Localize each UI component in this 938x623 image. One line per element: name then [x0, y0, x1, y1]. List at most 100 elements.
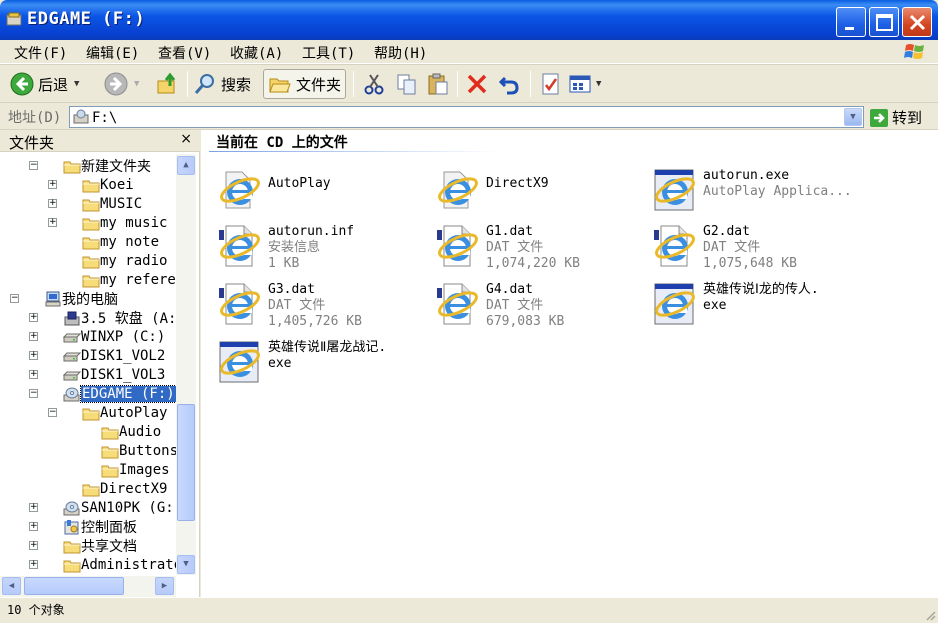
tree-collapse-icon[interactable]: −: [48, 408, 57, 417]
tree-expand-icon[interactable]: +: [29, 370, 38, 379]
tree-collapse-icon[interactable]: −: [29, 161, 38, 170]
move-to-button[interactable]: [362, 69, 386, 99]
tree-item[interactable]: + Administrator: [29, 555, 176, 574]
file-type: AutoPlay Applica...: [703, 184, 852, 199]
ie-document-icon: [219, 283, 260, 325]
scroll-down-button[interactable]: ▼: [177, 555, 195, 574]
tree-item[interactable]: my reference: [82, 270, 176, 289]
tree-item[interactable]: + SAN10PK (G:): [29, 498, 176, 517]
file-item[interactable]: G1.dat DAT 文件 1,074,220 KB: [434, 222, 644, 276]
tree-item[interactable]: + my music: [48, 213, 167, 232]
file-item[interactable]: AutoPlay: [216, 166, 426, 220]
scroll-left-button[interactable]: ◀: [2, 577, 21, 595]
ie-document-icon: [654, 225, 695, 267]
tree-item[interactable]: +3.5 软盘 (A:): [29, 308, 176, 327]
search-button[interactable]: 搜索: [193, 69, 251, 99]
file-item[interactable]: G2.dat DAT 文件 1,075,648 KB: [651, 222, 861, 276]
file-item[interactable]: autorun.inf 安装信息 1 KB: [216, 222, 426, 276]
tree-item[interactable]: Audio: [101, 422, 161, 441]
hard-drive-icon: [63, 352, 81, 361]
tree-item[interactable]: + DISK1_VOL3 (E:: [29, 365, 176, 384]
resize-grip-icon[interactable]: [924, 609, 936, 621]
file-item[interactable]: 英雄传说Ⅱ屠龙战记. exe: [216, 338, 426, 392]
back-button[interactable]: 后退 ▼: [10, 69, 79, 99]
tree-item[interactable]: + 共享文档: [29, 536, 137, 555]
delete-button[interactable]: [465, 69, 489, 99]
tree-item[interactable]: − 新建文件夹: [29, 156, 151, 175]
menu-help[interactable]: 帮助(H): [374, 43, 427, 63]
forward-button[interactable]: ▼: [104, 69, 139, 99]
tree-item[interactable]: + DISK1_VOL2 (D:: [29, 346, 176, 365]
cd-drive-icon: [63, 501, 80, 515]
properties-button[interactable]: [539, 69, 563, 99]
tree-expand-icon[interactable]: +: [29, 541, 38, 550]
tree-item[interactable]: + Koei: [48, 175, 134, 194]
tree-item[interactable]: − AutoPlay: [48, 403, 167, 422]
tree-expand-icon[interactable]: +: [29, 332, 38, 341]
title-bar[interactable]: EDGAME (F:): [0, 0, 938, 40]
tree-item[interactable]: my radio: [82, 251, 167, 270]
go-button[interactable]: 转到: [870, 107, 922, 128]
file-item[interactable]: G3.dat DAT 文件 1,405,726 KB: [216, 280, 426, 334]
file-item[interactable]: G4.dat DAT 文件 679,083 KB: [434, 280, 644, 334]
maximize-button[interactable]: [869, 7, 899, 37]
folder-tree-horizontal-scrollbar[interactable]: ◀ ▶: [0, 576, 176, 597]
chevron-down-icon[interactable]: ▼: [134, 79, 139, 89]
scroll-thumb[interactable]: [24, 577, 124, 595]
folder-tree-vertical-scrollbar[interactable]: ▲ ▼: [176, 154, 196, 575]
menu-edit[interactable]: 编辑(E): [86, 43, 139, 63]
tree-expand-icon[interactable]: +: [29, 313, 38, 322]
tree-item[interactable]: + MUSIC: [48, 194, 143, 213]
menu-view[interactable]: 查看(V): [158, 43, 211, 63]
tree-item[interactable]: Images: [101, 460, 170, 479]
tree-expand-icon[interactable]: +: [29, 522, 38, 531]
tree-item[interactable]: DirectX9: [82, 479, 167, 498]
tree-collapse-icon[interactable]: −: [29, 389, 38, 398]
close-icon[interactable]: ×: [180, 131, 192, 147]
tree-expand-icon[interactable]: +: [29, 503, 38, 512]
chevron-right-icon: ▶: [161, 581, 168, 591]
tree-item[interactable]: my note: [82, 232, 159, 251]
tree-item[interactable]: − 我的电脑: [10, 289, 118, 308]
address-input[interactable]: F:\ ▼: [69, 106, 864, 128]
address-dropdown-button[interactable]: ▼: [844, 108, 862, 126]
undo-button[interactable]: [497, 69, 521, 99]
scroll-thumb[interactable]: [177, 404, 195, 521]
hard-drive-icon: [63, 333, 81, 342]
toolbar: 后退 ▼ ▼ 搜索 文件夹 ▼: [0, 64, 938, 103]
folders-icon: [269, 78, 291, 93]
tree-expand-icon[interactable]: +: [48, 218, 57, 227]
scroll-right-button[interactable]: ▶: [155, 577, 174, 595]
go-arrow-icon: [870, 108, 888, 127]
chevron-down-icon[interactable]: ▼: [596, 79, 601, 89]
tree-item[interactable]: − EDGAME (F:): [29, 384, 176, 403]
tree-item[interactable]: + WINXP (C:): [29, 327, 165, 346]
folder-pane-title: 文件夹: [9, 134, 55, 152]
close-button[interactable]: [902, 7, 932, 37]
copy-to-button[interactable]: [395, 69, 419, 99]
minimize-button[interactable]: [836, 7, 866, 37]
file-item[interactable]: DirectX9: [434, 166, 644, 220]
tree-expand-icon[interactable]: +: [48, 180, 57, 189]
tree-expand-icon[interactable]: +: [48, 199, 57, 208]
menu-tools[interactable]: 工具(T): [302, 43, 355, 63]
file-item[interactable]: autorun.exe AutoPlay Applica...: [651, 166, 861, 220]
scroll-up-button[interactable]: ▲: [177, 156, 195, 175]
tree-item[interactable]: + 控制面板: [29, 517, 137, 536]
menu-favorites[interactable]: 收藏(A): [230, 43, 283, 63]
folders-button[interactable]: 文件夹: [263, 69, 347, 99]
tree-expand-icon[interactable]: +: [29, 560, 38, 569]
views-button[interactable]: ▼: [568, 69, 601, 99]
file-list-pane[interactable]: 当前在 CD 上的文件 AutoPlay DirectX9 autorun.exe A…: [201, 130, 938, 597]
tree-item-label: MUSIC: [100, 195, 143, 212]
file-type: DAT 文件: [268, 298, 326, 313]
menu-file[interactable]: 文件(F): [14, 43, 67, 63]
file-item[interactable]: 英雄传说Ⅰ龙的传人. exe: [651, 280, 861, 334]
tree-expand-icon[interactable]: +: [29, 351, 38, 360]
paste-button[interactable]: [426, 69, 450, 99]
tree-collapse-icon[interactable]: −: [10, 294, 19, 303]
up-button[interactable]: [156, 69, 180, 99]
forward-icon: [104, 72, 128, 96]
tree-item[interactable]: Buttons: [101, 441, 176, 460]
chevron-down-icon[interactable]: ▼: [74, 79, 79, 89]
